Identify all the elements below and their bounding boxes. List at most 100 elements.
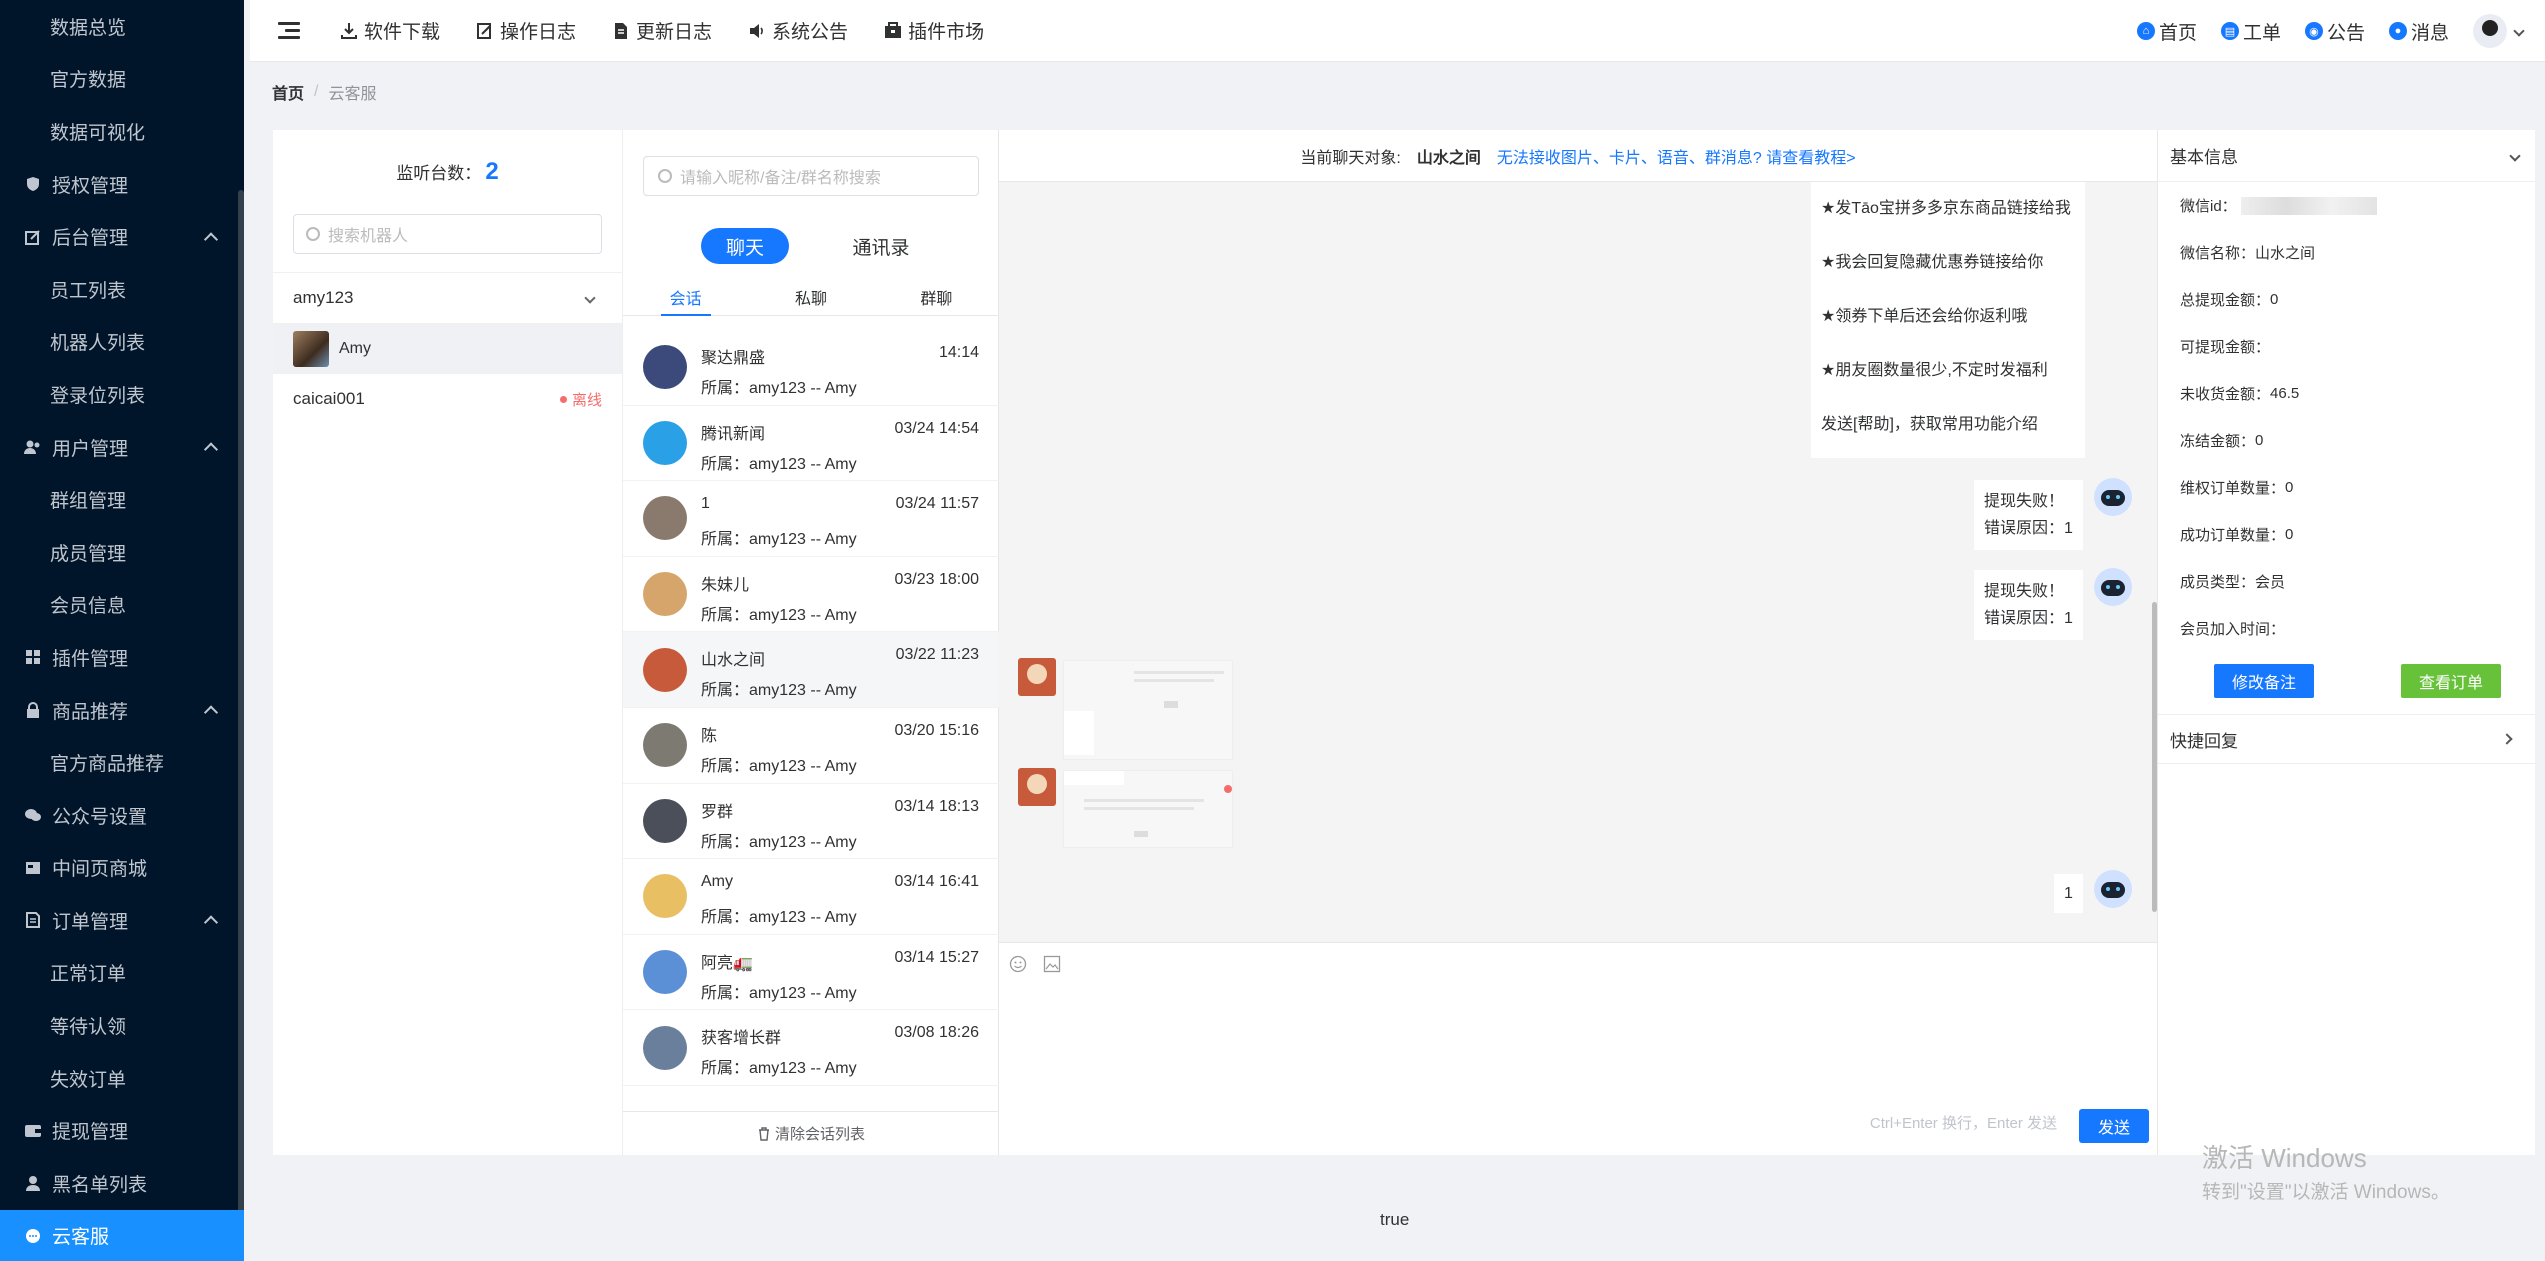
- sidebar-item[interactable]: 等待认领: [0, 999, 244, 1052]
- conversation-search-input[interactable]: 请输入昵称/备注/群名称搜索: [643, 156, 979, 196]
- conversation-name: 罗群: [701, 803, 734, 821]
- collapse-menu-icon[interactable]: [278, 21, 300, 40]
- sidebar-item[interactable]: 授权管理: [0, 158, 244, 211]
- edit-remark-button[interactable]: 修改备注: [2214, 664, 2314, 698]
- bell-icon: ●: [2388, 22, 2407, 40]
- conversation-item[interactable]: 聚达鼎盛 14:14 所属：amy123 -- Amy: [623, 330, 999, 406]
- sidebar-item-label: 黑名单列表: [52, 1174, 148, 1196]
- subtab-sessions[interactable]: 会话: [623, 286, 748, 316]
- nav-update-log[interactable]: 更新日志: [612, 17, 712, 44]
- bot-name: Amy: [339, 340, 371, 357]
- conversation-item[interactable]: Amy 03/14 16:41 所属：amy123 -- Amy: [623, 859, 999, 935]
- top-bar: 软件下载 操作日志 更新日志 系统公告 插件市场 ⌂ 首页 ▤ 工单 ◉ 公告 ● 消息: [250, 0, 2545, 62]
- subtab-private[interactable]: 私聊: [748, 286, 873, 315]
- sidebar-item[interactable]: 订单管理: [0, 894, 244, 947]
- conversation-name: 获客增长群: [701, 1030, 782, 1048]
- nav-label: 公告: [2326, 22, 2365, 44]
- image-icon[interactable]: [1043, 955, 1061, 973]
- sidebar-item[interactable]: 失效订单: [0, 1052, 244, 1105]
- sidebar-item[interactable]: 数据总览: [0, 0, 244, 53]
- nav-announcement[interactable]: 系统公告: [748, 17, 848, 44]
- help-link[interactable]: 无法接收图片、卡片、语音、群消息? 请查看教程>: [1497, 144, 1856, 168]
- sidebar-item[interactable]: 商品推荐: [0, 684, 244, 737]
- info-label: 微信名称：: [2180, 245, 2256, 262]
- contact-avatar: [1018, 768, 1056, 806]
- info-row: 会员加入时间：: [2180, 605, 2535, 652]
- account-row[interactable]: amy123: [273, 272, 622, 324]
- lock-icon: [24, 701, 42, 719]
- conversation-avatar: [643, 496, 687, 541]
- sidebar-item[interactable]: 官方商品推荐: [0, 736, 244, 789]
- info-value: 0: [2285, 479, 2294, 496]
- emoji-icon[interactable]: [1009, 955, 1027, 973]
- sidebar-item[interactable]: 数据可视化: [0, 105, 244, 158]
- basic-info-header[interactable]: 基本信息: [2158, 130, 2535, 182]
- info-actions: 修改备注 查看订单: [2158, 664, 2535, 698]
- sidebar-item[interactable]: 云客服: [0, 1209, 244, 1261]
- breadcrumb-home[interactable]: 首页: [272, 80, 304, 104]
- sidebar-item[interactable]: 群组管理: [0, 473, 244, 526]
- subtab-groups[interactable]: 群聊: [874, 286, 999, 315]
- bot-item[interactable]: Amy: [273, 324, 622, 374]
- conversation-item[interactable]: 陈 03/20 15:16 所属：amy123 -- Amy: [623, 708, 999, 784]
- robot-search-input[interactable]: 搜索机器人: [293, 214, 602, 254]
- view-orders-button[interactable]: 查看订单: [2401, 664, 2501, 698]
- sidebar-item[interactable]: 正常订单: [0, 947, 244, 1000]
- account-row[interactable]: caicai001 离线: [273, 374, 622, 424]
- nav-software-download[interactable]: 软件下载: [340, 17, 440, 44]
- chevron-down-icon: [584, 292, 596, 304]
- send-button[interactable]: 发送: [2079, 1109, 2149, 1143]
- sidebar-item[interactable]: 机器人列表: [0, 316, 244, 369]
- conversation-item[interactable]: 1 03/24 11:57 所属：amy123 -- Amy: [623, 481, 999, 557]
- quick-reply-header[interactable]: 快捷回复: [2158, 714, 2535, 764]
- notice-icon: ◉: [2304, 22, 2323, 40]
- info-row: 成功订单数量： 0: [2180, 511, 2535, 558]
- image-message[interactable]: [1063, 660, 1233, 760]
- info-label: 未收货金额：: [2180, 386, 2271, 403]
- message-input[interactable]: Ctrl+Enter 换行，Enter 发送 发送: [999, 942, 2157, 1155]
- nav-plugin-market[interactable]: 插件市场: [884, 17, 984, 44]
- nav-ticket[interactable]: ▤ 工单: [2220, 18, 2281, 45]
- sidebar-item[interactable]: 官方数据: [0, 53, 244, 106]
- monitor-count: 监听台数： 2: [273, 158, 622, 186]
- sidebar-item-label: 订单管理: [52, 911, 129, 933]
- sidebar-item[interactable]: 黑名单列表: [0, 1157, 244, 1210]
- conversation-item[interactable]: 罗群 03/14 18:13 所属：amy123 -- Amy: [623, 784, 999, 860]
- basic-info-title: 基本信息: [2170, 148, 2238, 167]
- sidebar-item[interactable]: 成员管理: [0, 526, 244, 579]
- conversation-avatar: [643, 572, 687, 617]
- nav-operation-log[interactable]: 操作日志: [476, 17, 576, 44]
- sidebar-item-label: 提现管理: [52, 1122, 129, 1144]
- input-hint: Ctrl+Enter 换行，Enter 发送: [1869, 1115, 2057, 1132]
- conversation-item[interactable]: 腾讯新闻 03/24 14:54 所属：amy123 -- Amy: [623, 406, 999, 482]
- sidebar-item[interactable]: 中间页商城: [0, 842, 244, 895]
- tab-chat[interactable]: 聊天: [701, 228, 789, 264]
- chevron-down-icon[interactable]: [2513, 25, 2525, 37]
- sidebar-item[interactable]: 员工列表: [0, 263, 244, 316]
- sidebar-item[interactable]: 会员信息: [0, 579, 244, 632]
- intro-line: ★发Tāo宝拼多多京东商品链接给我: [1821, 200, 2071, 217]
- image-message[interactable]: [1063, 770, 1233, 848]
- user-avatar[interactable]: [2473, 14, 2507, 48]
- nav-notice[interactable]: ◉ 公告: [2304, 18, 2365, 45]
- tab-contacts[interactable]: 通讯录: [833, 228, 929, 264]
- info-row: 微信id：: [2180, 182, 2535, 229]
- conversation-item[interactable]: 获客增长群 03/08 18:26 所属：amy123 -- Amy: [623, 1010, 999, 1086]
- robot-search-placeholder: 搜索机器人: [328, 228, 409, 245]
- conversation-item[interactable]: 阿亮🚛 03/14 15:27 所属：amy123 -- Amy: [623, 935, 999, 1011]
- sidebar-item[interactable]: 插件管理: [0, 631, 244, 684]
- sidebar-item[interactable]: 公众号设置: [0, 789, 244, 842]
- info-row: 成员类型： 会员: [2180, 558, 2535, 605]
- sidebar-item[interactable]: 登录位列表: [0, 368, 244, 421]
- clear-conversations-button[interactable]: 清除会话列表: [623, 1111, 999, 1155]
- sidebar-item[interactable]: 后台管理: [0, 210, 244, 263]
- conversation-item[interactable]: 山水之间 03/22 11:23 所属：amy123 -- Amy: [623, 632, 999, 708]
- conversation-name: 山水之间: [701, 652, 766, 670]
- sidebar-item[interactable]: 提现管理: [0, 1104, 244, 1157]
- nav-home[interactable]: ⌂ 首页: [2136, 18, 2197, 45]
- conversation-time: 03/14 16:41: [894, 873, 979, 891]
- nav-messages[interactable]: ● 消息: [2388, 18, 2449, 45]
- sidebar-item[interactable]: 用户管理: [0, 421, 244, 474]
- user-icon: [24, 1174, 42, 1192]
- conversation-item[interactable]: 朱妹儿 03/23 18:00 所属：amy123 -- Amy: [623, 557, 999, 633]
